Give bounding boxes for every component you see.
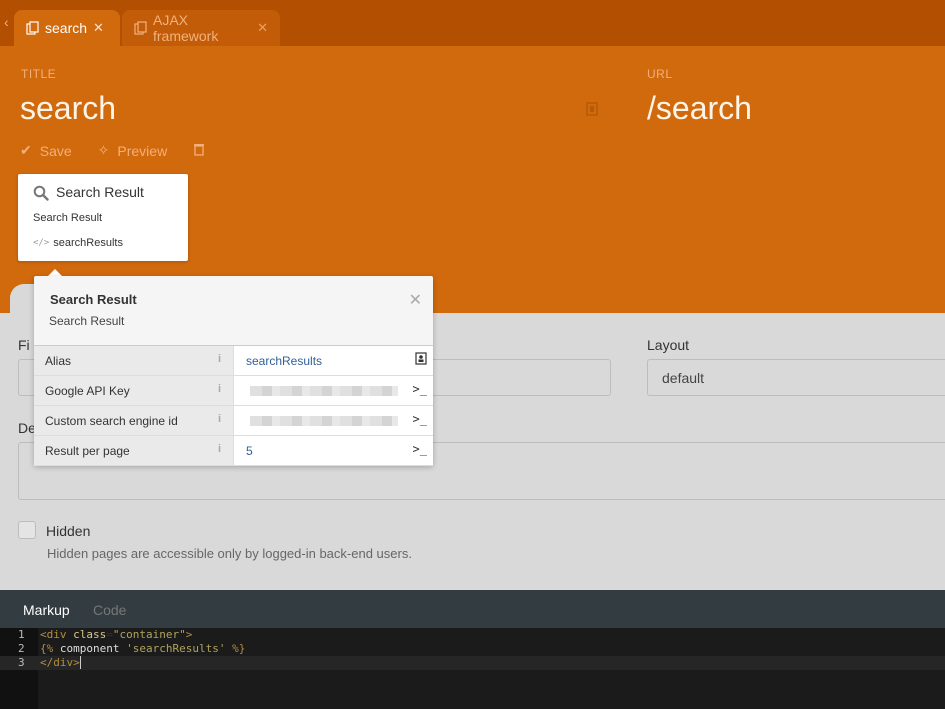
info-icon[interactable]: i xyxy=(218,353,221,365)
crosshair-icon: ✧ xyxy=(97,142,110,158)
layout-label: Layout xyxy=(647,337,690,353)
clipboard-icon[interactable] xyxy=(585,102,599,116)
tab-markup[interactable]: Markup xyxy=(23,602,70,618)
property-name: Custom search engine id xyxy=(45,414,178,428)
info-icon[interactable]: i xyxy=(218,383,221,395)
close-icon[interactable]: ✕ xyxy=(93,20,104,36)
property-value-input[interactable]: >_ xyxy=(234,406,433,435)
terminal-icon[interactable]: >_ xyxy=(413,412,427,426)
inspector-subtitle: Search Result xyxy=(49,314,125,328)
inspector-title: Search Result xyxy=(50,292,137,307)
redacted-value xyxy=(250,386,398,396)
save-button[interactable]: ✔ Save xyxy=(20,142,72,159)
property-name: Result per page xyxy=(45,444,130,458)
property-value: searchResults xyxy=(246,354,323,368)
layout-value: default xyxy=(662,370,705,386)
component-title: Search Result xyxy=(56,184,144,200)
code-line: 2 {% component 'searchResults' %} xyxy=(18,642,246,655)
code-line: 1 <div class="container"> xyxy=(18,628,193,641)
code-icon: </> xyxy=(33,238,50,248)
page-icon xyxy=(134,21,148,35)
component-alias: </> searchResults xyxy=(33,237,123,249)
tab-label: search xyxy=(45,20,88,36)
save-label: Save xyxy=(39,142,72,159)
tab-ajax-framework[interactable]: AJAX framework ✕ xyxy=(122,10,280,46)
close-icon[interactable]: ✕ xyxy=(409,290,422,310)
property-row: Google API Key i >_ xyxy=(34,376,433,406)
trash-icon xyxy=(193,143,205,159)
page-icon xyxy=(26,21,40,35)
preview-button[interactable]: ✧ Preview xyxy=(98,142,168,159)
line-number: 3 xyxy=(18,656,25,669)
tab-bar: ‹ search ✕ AJAX framework ✕ xyxy=(0,0,945,46)
back-arrow-icon[interactable]: ‹ xyxy=(4,14,9,30)
property-name: Google API Key xyxy=(45,384,130,398)
hidden-label: Hidden xyxy=(46,523,91,539)
hidden-checkbox[interactable] xyxy=(18,521,36,539)
tab-search[interactable]: search ✕ xyxy=(14,10,120,46)
property-name: Alias xyxy=(45,354,72,368)
url-input[interactable]: /search xyxy=(647,90,752,127)
info-icon[interactable]: i xyxy=(218,443,221,455)
editor-tabs: Markup Code xyxy=(0,590,945,628)
delete-button[interactable] xyxy=(193,143,205,159)
file-label: Fi xyxy=(18,337,30,353)
info-icon[interactable]: i xyxy=(218,413,221,425)
code-line: 3 </div> xyxy=(0,656,945,670)
preview-label: Preview xyxy=(117,142,168,159)
hidden-help-text: Hidden pages are accessible only by logg… xyxy=(47,546,412,561)
inspector-properties: Alias i searchResults Google API Key i >_ … xyxy=(34,345,433,466)
property-row: Custom search engine id i >_ xyxy=(34,406,433,436)
property-value: 5 xyxy=(246,444,253,458)
toolbar: ✔ Save ✧ Preview xyxy=(20,142,205,159)
search-icon xyxy=(33,185,49,201)
property-row: Result per page i 5 >_ xyxy=(34,436,433,466)
terminal-icon[interactable]: >_ xyxy=(413,442,427,456)
line-number: 2 xyxy=(18,642,25,655)
alias-icon[interactable] xyxy=(415,352,427,368)
code-editor[interactable]: 1 <div class="container"> 2 {% component… xyxy=(0,628,945,709)
property-row: Alias i searchResults xyxy=(34,346,433,376)
check-icon: ✔ xyxy=(20,142,32,158)
page-title-input[interactable]: search xyxy=(20,90,116,127)
line-number: 1 xyxy=(18,628,25,641)
title-label: TITLE xyxy=(21,67,57,81)
redacted-value xyxy=(250,416,398,426)
tab-label: AJAX framework xyxy=(153,12,219,44)
alias-text: searchResults xyxy=(53,237,123,249)
component-card[interactable]: Search Result Search Result </> searchRe… xyxy=(18,174,188,261)
property-value-input[interactable]: 5 >_ xyxy=(234,436,433,465)
close-icon[interactable]: ✕ xyxy=(257,20,268,36)
component-inspector: Search Result Search Result ✕ Alias i sea… xyxy=(34,276,433,466)
url-label: URL xyxy=(647,67,673,81)
layout-select[interactable]: default xyxy=(647,359,945,396)
tab-code[interactable]: Code xyxy=(93,602,126,618)
property-value-input[interactable]: >_ xyxy=(234,376,433,405)
property-value-input[interactable]: searchResults xyxy=(234,346,433,375)
terminal-icon[interactable]: >_ xyxy=(413,382,427,396)
component-description: Search Result xyxy=(33,212,103,224)
